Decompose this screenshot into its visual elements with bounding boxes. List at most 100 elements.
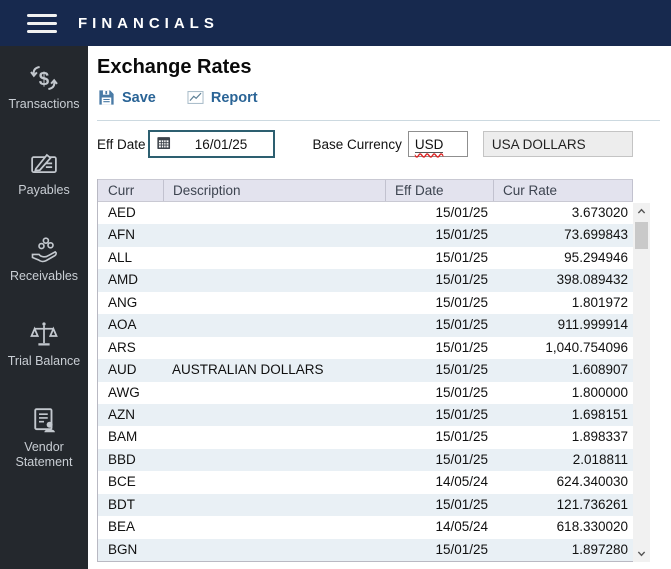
cell-curr: AMD — [108, 272, 138, 288]
table-row[interactable]: BGN 15/01/25 1.897280 — [98, 538, 633, 561]
main-row: $ Transactions Payables Receivables Tria… — [0, 46, 671, 569]
cell-cur-rate: 1.801972 — [571, 294, 628, 310]
save-button[interactable]: Save — [97, 88, 156, 107]
cell-cur-rate: 1.800000 — [571, 384, 628, 400]
scroll-up-button[interactable] — [633, 203, 650, 220]
cell-eff-date: 15/01/25 — [435, 541, 488, 557]
trial-balance-icon — [30, 322, 58, 346]
eff-date-input[interactable] — [175, 136, 273, 152]
column-header-description[interactable]: Description — [164, 180, 386, 201]
receivables-icon — [31, 236, 57, 262]
cell-cur-rate: 624.340030 — [556, 474, 628, 490]
base-currency-name-field: USA DOLLARS — [482, 131, 633, 157]
cell-description — [164, 247, 386, 269]
eff-date-label: Eff Date — [97, 136, 146, 152]
cell-description — [164, 382, 386, 404]
column-header-curr[interactable]: Curr — [98, 180, 164, 201]
cell-cur-rate: 95.294946 — [564, 249, 628, 265]
cell-cur-rate: 1,040.754096 — [545, 339, 628, 355]
column-header-eff-date[interactable]: Eff Date — [386, 180, 494, 201]
save-button-label: Save — [122, 89, 156, 106]
chevron-up-icon — [637, 208, 646, 214]
base-currency-input[interactable]: USD — [407, 131, 468, 157]
cell-cur-rate: 1.897280 — [571, 541, 628, 557]
vendor-statement-icon — [34, 408, 55, 433]
cell-curr: AFN — [108, 227, 135, 243]
cell-curr: AUD — [108, 362, 137, 378]
app-window: FINANCIALS $ Transactions Payables Recei… — [0, 0, 671, 569]
sidebar-item-receivables[interactable]: Receivables — [2, 235, 86, 284]
hamburger-icon — [27, 13, 57, 17]
cell-curr: BCE — [108, 474, 136, 490]
payables-icon — [31, 153, 57, 173]
table-scrollbar[interactable] — [633, 203, 650, 562]
table-row[interactable]: BEA 14/05/24 618.330020 — [98, 516, 633, 539]
calendar-icon — [157, 137, 171, 150]
cell-cur-rate: 618.330020 — [556, 519, 628, 535]
cell-curr: ALL — [108, 249, 133, 265]
cell-curr: AED — [108, 205, 136, 220]
base-currency-label: Base Currency — [312, 136, 402, 152]
table-row[interactable]: BBD 15/01/25 2.018811 — [98, 448, 633, 472]
cell-cur-rate: 1.608907 — [571, 362, 628, 378]
cell-description — [164, 471, 386, 493]
table-row[interactable]: AMD 15/01/25 398.089432 — [98, 269, 633, 292]
table-row[interactable]: AWG 15/01/25 1.800000 — [98, 381, 633, 404]
table-row[interactable]: BAM 15/01/25 1.898337 — [98, 426, 633, 449]
cell-curr: BAM — [108, 429, 138, 445]
table-row[interactable]: BDT 15/01/25 121.736261 — [98, 493, 633, 517]
cell-description — [164, 337, 386, 359]
sidebar-item-trial-balance[interactable]: Trial Balance — [2, 320, 86, 369]
table-row[interactable]: ANG 15/01/25 1.801972 — [98, 291, 633, 315]
cell-eff-date: 15/01/25 — [435, 249, 488, 265]
sidebar-item-label: Receivables — [9, 268, 79, 283]
save-icon — [99, 90, 114, 105]
cell-description — [164, 314, 386, 336]
sidebar-item-label: Vendor Statement — [15, 440, 73, 469]
cell-eff-date: 15/01/25 — [435, 294, 488, 310]
report-button[interactable]: Report — [186, 88, 258, 107]
table-row[interactable]: AOA 15/01/25 911.999914 — [98, 314, 633, 337]
cell-curr: BBD — [108, 451, 136, 467]
table-row[interactable]: AFN 15/01/25 73.699843 — [98, 224, 633, 247]
filter-form: Eff Date Base Currency USD USA DO — [97, 130, 671, 158]
cell-description: AUSTRALIAN DOLLARS — [172, 362, 324, 378]
app-title: FINANCIALS — [78, 14, 219, 32]
cell-eff-date: 15/01/25 — [435, 339, 488, 355]
cell-curr: AOA — [108, 317, 137, 333]
sidebar-item-label: Payables — [18, 182, 70, 197]
table-main: Curr Description Eff Date Cur Rate AED 1… — [97, 179, 633, 562]
menu-button[interactable] — [25, 12, 59, 35]
table-header-row: Curr Description Eff Date Cur Rate — [98, 179, 633, 202]
table-row[interactable]: BCE 14/05/24 624.340030 — [98, 471, 633, 494]
table-row[interactable]: ALL 15/01/25 95.294946 — [98, 246, 633, 270]
cell-curr: BDT — [108, 496, 135, 512]
table-row[interactable]: AED 15/01/25 3.673020 — [98, 202, 633, 225]
sidebar-item-transactions[interactable]: $ Transactions — [2, 63, 86, 112]
sidebar-item-vendor-statement[interactable]: Vendor Statement — [2, 406, 86, 470]
scrollbar-thumb[interactable] — [635, 222, 648, 249]
cell-description — [164, 269, 386, 291]
cell-description — [164, 426, 386, 448]
exchange-rates-table: Curr Description Eff Date Cur Rate AED 1… — [97, 179, 650, 562]
table-row[interactable]: ARS 15/01/25 1,040.754096 — [98, 336, 633, 360]
toolbar-divider — [97, 120, 660, 121]
cell-curr: ARS — [108, 339, 136, 355]
cell-cur-rate: 73.699843 — [564, 227, 628, 243]
eff-date-field — [147, 130, 275, 158]
cell-description — [164, 202, 386, 224]
cell-eff-date: 15/01/25 — [435, 317, 488, 333]
cell-eff-date: 15/01/25 — [435, 227, 488, 243]
cell-curr: AZN — [108, 406, 135, 422]
table-row[interactable]: AUD AUSTRALIAN DOLLARS 15/01/25 1.608907 — [98, 359, 633, 382]
page-title: Exchange Rates — [97, 56, 252, 78]
calendar-button[interactable] — [150, 132, 176, 156]
column-header-cur-rate[interactable]: Cur Rate — [494, 180, 633, 201]
cell-description — [164, 539, 386, 561]
cell-description — [164, 516, 386, 538]
sidebar-item-payables[interactable]: Payables — [2, 149, 86, 198]
base-currency-code: USD — [414, 136, 444, 153]
scroll-down-button[interactable] — [633, 545, 650, 562]
sidebar-item-label: Transactions — [8, 97, 80, 111]
table-row[interactable]: AZN 15/01/25 1.698151 — [98, 403, 633, 427]
